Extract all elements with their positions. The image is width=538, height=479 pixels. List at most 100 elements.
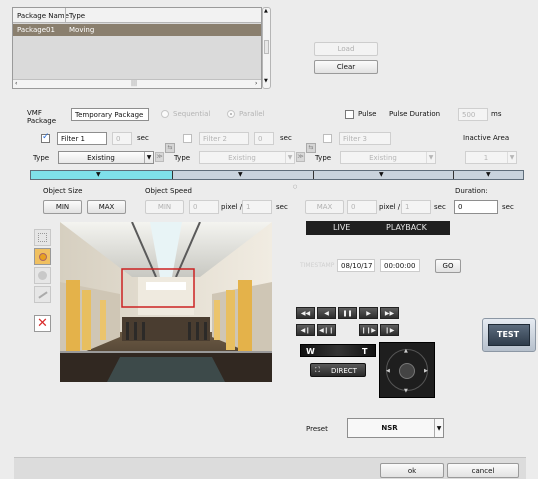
table-row[interactable]: Package01 Moving — [13, 24, 261, 36]
filter-2-name-input[interactable]: Filter 2 — [199, 132, 249, 145]
filter-1-type-select[interactable]: Existing ▼ — [58, 151, 154, 164]
chain-arrow-icon: ≫ — [296, 152, 305, 162]
skip-end-button[interactable]: ❙▶ — [380, 324, 399, 336]
clear-button[interactable]: Clear — [314, 60, 378, 74]
direct-button[interactable]: ⛶ DIRECT — [310, 363, 366, 377]
zoom-wide-button[interactable]: W — [306, 347, 315, 356]
fast-rewind-button[interactable]: ◀◀ — [296, 307, 315, 319]
joystick-center[interactable] — [399, 363, 415, 379]
filter-3-name-input[interactable]: Filter 3 — [339, 132, 391, 145]
preset-select[interactable]: NSR ▼ — [347, 418, 444, 438]
package-table-header: Package Name Type — [13, 8, 261, 23]
link-filter-3-icon[interactable]: ⇆ — [306, 143, 316, 153]
ptz-joystick[interactable]: ▲ ▼ ◀ ▶ — [379, 342, 435, 398]
datetime-label: TIMESTAMP — [300, 262, 335, 269]
pulse-checkbox[interactable] — [345, 110, 354, 119]
pan-left-icon[interactable]: ◀ — [386, 368, 390, 374]
grid-select-tool-icon[interactable] — [34, 229, 51, 246]
line-tool-icon[interactable] — [34, 286, 51, 303]
filter-3-checkbox[interactable] — [323, 134, 332, 143]
object-speed-min-button[interactable]: MIN — [145, 200, 184, 214]
play-button[interactable]: ▶ — [359, 307, 378, 319]
object-speed-max-sec-input[interactable]: 1 — [401, 200, 431, 214]
object-size-min-button[interactable]: MIN — [43, 200, 82, 214]
object-speed-min-pixel-input[interactable]: 0 — [189, 200, 219, 214]
filter-timeline[interactable]: ▼ ▼ ▼ ▼ — [30, 170, 524, 180]
test-button[interactable]: TEST — [482, 318, 536, 352]
filter-2-type-label: Type — [174, 154, 191, 162]
zoom-tele-button[interactable]: T — [362, 347, 367, 356]
step-forward-button[interactable]: ❙❙▶ — [359, 324, 378, 336]
scroll-left-icon[interactable]: ‹ — [15, 80, 17, 87]
parallel-label: Parallel — [239, 110, 265, 118]
filter-2-checkbox[interactable] — [183, 134, 192, 143]
step-back-button[interactable]: ◀❙❙ — [317, 324, 336, 336]
preset-label: Preset — [306, 425, 328, 433]
circle-region-tool-icon[interactable] — [34, 248, 51, 265]
chevron-down-icon: ▼ — [434, 419, 443, 437]
preset-value: NSR — [381, 424, 398, 432]
filter-1-sec-input[interactable]: 0 — [112, 132, 132, 145]
scroll-right-icon[interactable]: › — [255, 80, 257, 87]
duration-label: Duration: — [455, 187, 488, 195]
filter-3-type-select[interactable]: Existing ▼ — [340, 151, 436, 164]
scroll-up-icon[interactable]: ▲ — [264, 8, 268, 14]
pan-up-icon[interactable]: ▲ — [404, 348, 408, 354]
cancel-button[interactable]: cancel — [447, 463, 519, 478]
pulse-unit-label: ms — [491, 110, 502, 118]
vertical-scrollbar[interactable]: ▲ ▼ — [262, 7, 271, 89]
filter-2-sec-input[interactable]: 0 — [254, 132, 274, 145]
filter-2-type-select[interactable]: Existing ▼ — [199, 151, 295, 164]
rewind-button[interactable]: ◀ — [317, 307, 336, 319]
pan-down-icon[interactable]: ▼ — [404, 388, 408, 394]
package-type-cell: Moving — [69, 26, 95, 34]
chevron-down-icon: ▼ — [144, 152, 153, 163]
filter-1-type-value: Existing — [87, 153, 115, 162]
object-speed-max-pixel-label: pixel / — [379, 203, 401, 211]
timeline-segment-filter-1[interactable] — [31, 171, 172, 179]
pause-button[interactable]: ❚❚ — [338, 307, 357, 319]
zoom-bar[interactable]: W T — [300, 344, 376, 357]
pulse-duration-input[interactable]: 500 — [458, 108, 488, 121]
scroll-thumb-grip[interactable]: ||| — [131, 80, 137, 87]
filter-1-sec-label: sec — [137, 134, 149, 142]
ok-button[interactable]: ok — [380, 463, 444, 478]
scroll-thumb[interactable] — [264, 40, 269, 54]
column-header-package-name[interactable]: Package Name — [17, 12, 69, 20]
load-button[interactable]: Load — [314, 42, 378, 56]
horizontal-scrollbar[interactable]: ‹ ||| › — [13, 79, 261, 88]
camera-image — [60, 222, 272, 382]
mode-toggle: LIVE PLAYBACK — [306, 221, 450, 235]
inactive-area-label: Inactive Area — [463, 134, 510, 142]
time-input[interactable]: 00:00:00 — [380, 259, 420, 272]
skip-start-button[interactable]: ◀❙ — [296, 324, 315, 336]
playback-tab[interactable]: PLAYBACK — [386, 223, 427, 232]
live-tab[interactable]: LIVE — [333, 223, 350, 232]
filter-3-type-label: Type — [315, 154, 332, 162]
object-speed-min-pixel-label: pixel / — [221, 203, 243, 211]
filter-1-type-label: Type — [33, 154, 50, 162]
polygon-tool-icon[interactable] — [34, 267, 51, 284]
sequential-radio[interactable] — [161, 110, 169, 118]
scroll-down-icon[interactable]: ▼ — [264, 78, 268, 84]
filter-1-checkbox[interactable] — [41, 132, 50, 143]
column-header-type[interactable]: Type — [69, 12, 85, 20]
pan-right-icon[interactable]: ▶ — [424, 368, 428, 374]
package-table: Package Name Type Package01 Moving ‹ |||… — [12, 7, 262, 89]
object-speed-min-sec-input[interactable]: 1 — [242, 200, 272, 214]
close-icon[interactable]: ✕ — [34, 315, 51, 332]
date-input[interactable]: 08/10/17 — [337, 259, 375, 272]
duration-input[interactable]: 0 — [454, 200, 498, 214]
package-name-input[interactable]: Temporary Package — [71, 108, 149, 121]
inactive-area-select[interactable]: 1 ▼ — [465, 151, 517, 164]
pulse-label: Pulse — [358, 110, 377, 118]
object-speed-max-button[interactable]: MAX — [305, 200, 344, 214]
object-speed-max-pixel-input[interactable]: 0 — [347, 200, 377, 214]
link-filter-2-icon[interactable]: ⇆ — [165, 143, 175, 153]
fast-forward-button[interactable]: ▶▶ — [380, 307, 399, 319]
filter-1-name-input[interactable]: Filter 1 — [57, 132, 107, 145]
parallel-radio[interactable] — [227, 110, 235, 118]
object-size-max-button[interactable]: MAX — [87, 200, 126, 214]
go-button[interactable]: GO — [435, 259, 461, 273]
camera-view[interactable] — [60, 222, 272, 382]
